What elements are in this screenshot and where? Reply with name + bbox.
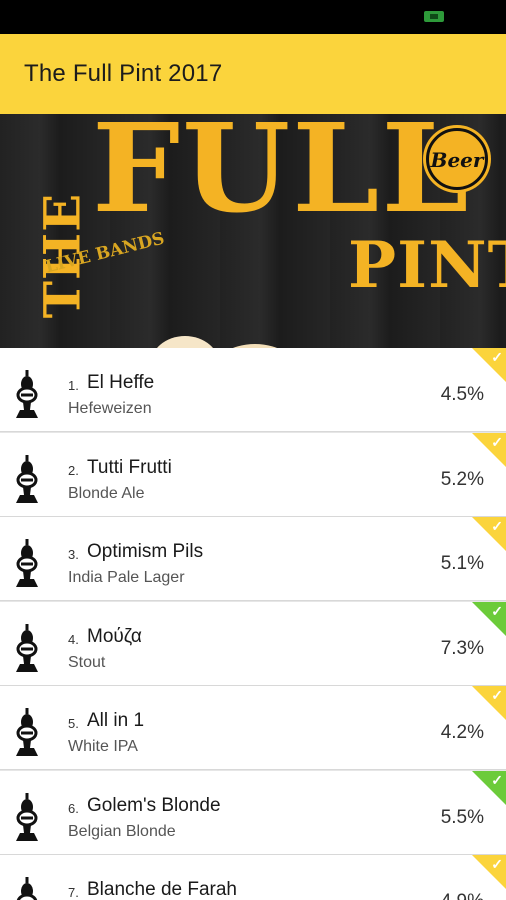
check-icon: ✓ [491,687,503,703]
beer-tap-icon [16,877,38,900]
beer-name: Blanche de Farah [87,879,237,900]
check-icon: ✓ [491,433,503,450]
beer-name: Optimism Pils [87,541,204,562]
banner-pint-text: PINT [348,228,506,303]
beer-list-item[interactable]: 2. Tutti Frutti Blonde Ale 5.2% ✓ [0,432,506,517]
app-bar: The Full Pint 2017 [0,34,506,114]
beer-foam-bubble [150,336,220,348]
battery-icon [424,11,444,22]
beer-name: Tutti Frutti [87,456,172,478]
banner-full-text: FULL [92,114,471,241]
beer-list-item[interactable]: 7. Blanche de Farah 4.9% ✓ [0,855,506,900]
beer-style: Hefeweizen [68,400,152,417]
beer-tap-icon [16,708,38,756]
beer-list-item[interactable]: 6. Golem's Blonde Belgian Blonde 5.5% ✓ [0,770,506,855]
event-banner: THE FULL LIVE BANDS Beer PINT [0,114,506,348]
check-icon: ✓ [491,602,503,619]
beer-badge-text: Beer [430,148,484,172]
beer-number: 5. [68,716,79,731]
beer-style: India Pale Lager [68,569,185,586]
beer-name: El Heffe [87,372,155,393]
beer-tap-icon [16,539,38,587]
beer-tap-icon [16,370,38,418]
beer-abv: 5.1% [440,553,484,574]
beer-list-item[interactable]: 1. El Heffe Hefeweizen 4.5% ✓ [0,348,506,432]
beer-tap-icon [16,623,38,672]
beer-abv: 4.5% [440,384,484,405]
beer-tap-icon [16,454,38,503]
beer-badge-icon: Beer [426,128,488,190]
beer-style: Blonde Ale [68,484,145,502]
beer-style: Stout [68,653,106,671]
beer-list-item[interactable]: 3. Optimism Pils India Pale Lager 5.1% ✓ [0,517,506,601]
status-bar [0,0,506,34]
beer-number: 7. [68,885,79,900]
beer-name: All in 1 [87,710,145,731]
check-icon: ✓ [491,856,503,872]
beer-list-item[interactable]: 4. Μούζα Stout 7.3% ✓ [0,601,506,686]
beer-number: 2. [68,462,79,478]
beer-abv: 4.9% [441,891,484,900]
beer-list: 1. El Heffe Hefeweizen 4.5% ✓ 2. Tutti F… [0,348,506,900]
beer-abv: 4.2% [440,722,484,743]
beer-style: Belgian Blonde [68,822,176,840]
beer-name: Golem's Blonde [87,794,221,816]
beer-abv: 5.5% [440,806,484,828]
check-icon: ✓ [491,518,503,534]
beer-name: Μούζα [87,625,142,647]
check-icon: ✓ [491,349,503,365]
check-icon: ✓ [491,771,503,788]
beer-number: 4. [68,631,79,647]
app-title: The Full Pint 2017 [24,60,223,87]
beer-list-item[interactable]: 5. All in 1 White IPA 4.2% ✓ [0,686,506,770]
beer-number: 6. [68,800,79,816]
beer-style: White IPA [68,738,138,755]
beer-number: 3. [68,547,79,562]
beer-abv: 5.2% [440,468,484,490]
beer-number: 1. [68,378,79,393]
beer-abv: 7.3% [440,637,484,659]
beer-tap-icon [16,792,38,841]
